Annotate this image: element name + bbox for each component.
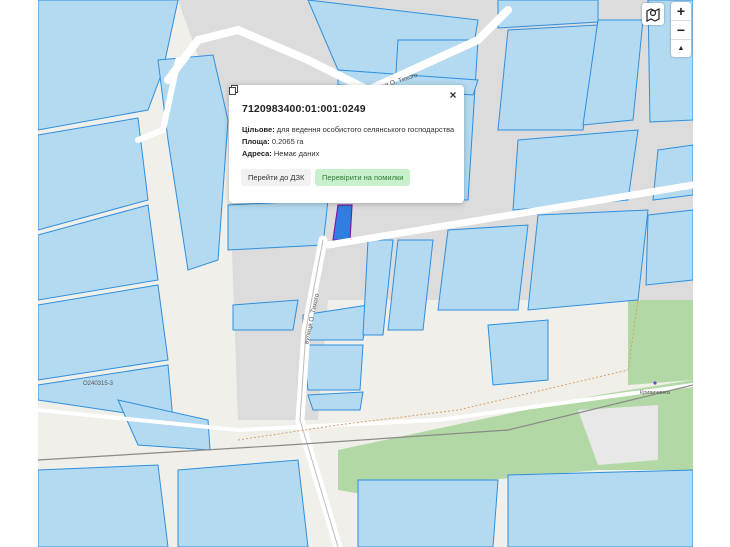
map-marker-icon bbox=[646, 8, 660, 22]
address-row: Адреса: Немає даних bbox=[242, 149, 320, 158]
map-view[interactable]: вулиця О. Тихого вулиця О. Тихого О24031… bbox=[38, 0, 693, 547]
village-label: Кривичинка bbox=[640, 390, 671, 396]
purpose-row: Цільове: для ведення особистого селянськ… bbox=[242, 125, 455, 134]
compass-button[interactable]: ▲ bbox=[671, 39, 691, 57]
copy-icon[interactable] bbox=[229, 85, 238, 95]
road-code-label: О240315-3 bbox=[83, 381, 114, 387]
area-row: Площа: 0.2065 га bbox=[242, 137, 304, 146]
zoom-in-button[interactable]: + bbox=[671, 2, 691, 20]
map-canvas[interactable]: вулиця О. Тихого вулиця О. Тихого О24031… bbox=[38, 0, 693, 547]
check-errors-button[interactable]: Перевірити на помилки bbox=[315, 169, 411, 186]
close-button[interactable]: × bbox=[446, 87, 460, 103]
forest-area bbox=[628, 300, 693, 385]
cadastral-number: 7120983400:01:001:0249 bbox=[242, 103, 366, 115]
zoom-controls: + − ▲ bbox=[671, 2, 691, 57]
parcel-info-popup: 7120983400:01:001:0249 × Цільове: для ве… bbox=[229, 85, 464, 203]
zoom-out-button[interactable]: − bbox=[671, 20, 691, 39]
layers-button[interactable] bbox=[642, 3, 664, 25]
go-to-dzk-button[interactable]: Перейти до ДЗК bbox=[241, 169, 312, 186]
village-point bbox=[653, 381, 657, 385]
